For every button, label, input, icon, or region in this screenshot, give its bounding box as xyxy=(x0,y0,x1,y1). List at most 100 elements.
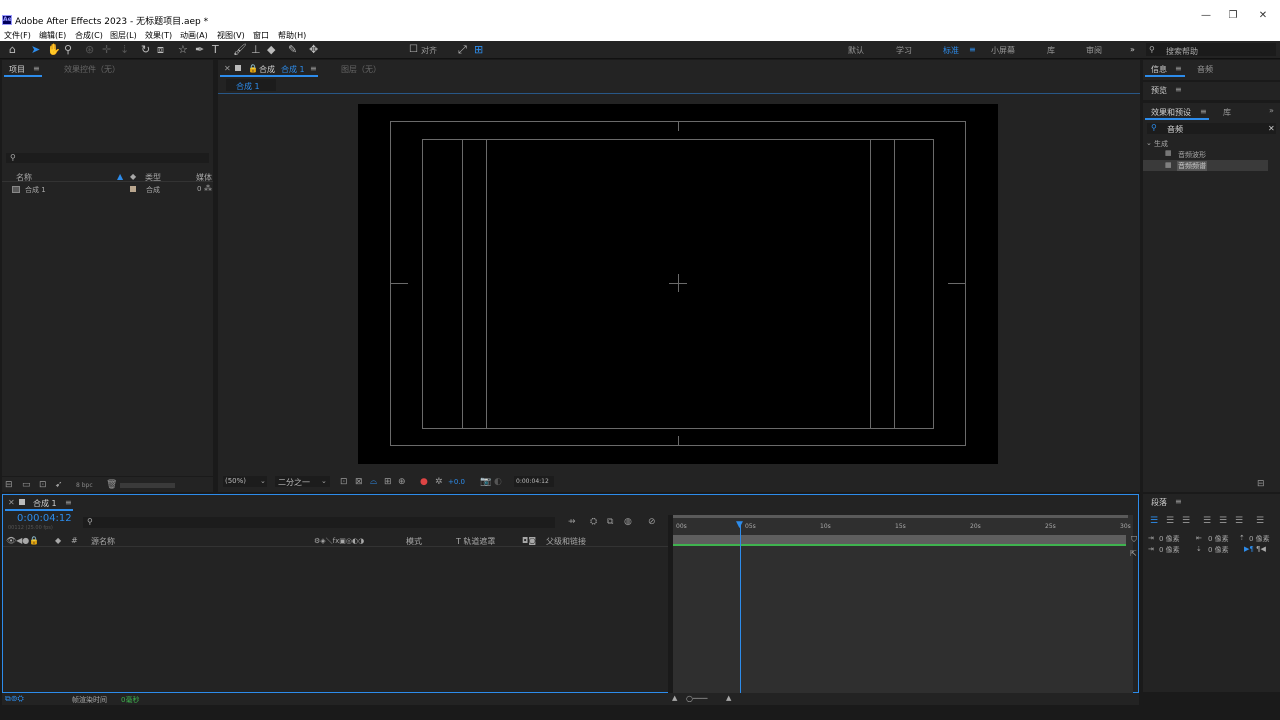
panel-menu-icon[interactable]: ≡ xyxy=(1175,85,1182,94)
workspace-small-screen[interactable]: 小屏幕 xyxy=(991,45,1015,56)
workspace-library[interactable]: 库 xyxy=(1047,45,1055,56)
more-workspaces-icon[interactable]: » xyxy=(1130,45,1135,54)
breadcrumb-comp-1[interactable]: 合成 1 xyxy=(236,81,260,92)
tab-effect-controls[interactable]: 效果控件（无） xyxy=(64,64,120,75)
layer-number-icon[interactable]: # xyxy=(71,536,78,545)
lock-icon[interactable]: 🔒 xyxy=(248,64,258,73)
new-folder-icon[interactable]: ▭ xyxy=(22,480,31,490)
graph-editor-icon[interactable]: ⊘ xyxy=(648,517,656,527)
indent-left-value[interactable]: 0 像素 xyxy=(1159,534,1180,544)
close-tab-icon[interactable]: ✕ xyxy=(8,498,15,507)
col-name-header[interactable]: 名称 xyxy=(16,172,32,183)
frame-blending-icon[interactable]: ◍ xyxy=(624,517,632,527)
new-preset-icon[interactable]: ⊟ xyxy=(1257,479,1265,489)
home-icon[interactable]: ⌂ xyxy=(9,44,16,56)
menu-window[interactable]: 窗口 xyxy=(253,30,269,41)
menu-animation[interactable]: 动画(A) xyxy=(180,30,208,41)
justify-center-icon[interactable]: ☰ xyxy=(1219,516,1227,526)
flowchart-icon[interactable]: ⁂ xyxy=(204,184,212,193)
composition-viewer[interactable] xyxy=(358,104,998,464)
panel-menu-icon[interactable]: ≡ xyxy=(310,64,317,73)
current-time-field[interactable]: 0:00:04:12 xyxy=(514,476,554,487)
puppet-pin-icon[interactable]: ✥ xyxy=(309,44,318,56)
col-track-matte[interactable]: T 轨道遮罩 xyxy=(456,536,495,547)
workspace-learn[interactable]: 学习 xyxy=(896,45,912,56)
exposure-reset-icon[interactable]: ✲ xyxy=(435,477,443,487)
tab-library[interactable]: 库 xyxy=(1223,107,1231,118)
thumbnail-slider[interactable] xyxy=(120,483,175,488)
align-center-icon[interactable]: ☰ xyxy=(1166,516,1174,526)
pen-tool-icon[interactable]: ✒ xyxy=(195,44,204,56)
search-help-input[interactable]: 搜索帮助 xyxy=(1166,46,1198,57)
snap-icon[interactable]: ⤢ xyxy=(458,44,467,56)
pan-behind-icon[interactable]: ⧈ xyxy=(157,44,164,56)
zoom-slider[interactable]: ○─── xyxy=(686,694,707,703)
menu-help[interactable]: 帮助(H) xyxy=(278,30,306,41)
work-area-bar[interactable] xyxy=(673,515,1128,518)
adjust-project-icon[interactable]: ➹ xyxy=(55,480,63,490)
col-media-header[interactable]: 媒体 xyxy=(196,172,212,183)
col-source-name[interactable]: 源名称 xyxy=(91,536,115,547)
justify-all-icon[interactable]: ☰ xyxy=(1256,516,1264,526)
mask-visibility-icon[interactable]: ⌓ xyxy=(370,477,377,487)
more-panels-icon[interactable]: » xyxy=(1269,106,1274,115)
panel-menu-icon[interactable]: ≡ xyxy=(1175,64,1182,73)
zoom-dropdown[interactable]: (50%) ⌄ xyxy=(223,476,267,487)
draft-3d-icon[interactable]: ⛭ xyxy=(590,517,597,527)
new-composition-icon[interactable]: ⊡ xyxy=(39,480,47,490)
panel-menu-icon[interactable]: ≡ xyxy=(1175,497,1182,506)
tab-info[interactable]: 信息 xyxy=(1151,64,1167,75)
color-channel-icon[interactable]: ● xyxy=(420,477,428,487)
brush-tool-icon[interactable]: 🖌 xyxy=(233,44,247,56)
shy-layers-icon[interactable]: ⧉ xyxy=(607,517,613,527)
shape-tool-icon[interactable]: ☆ xyxy=(178,44,188,56)
comp-name-tab[interactable]: 合成 1 xyxy=(281,64,305,75)
comp-marker-bin-icon[interactable]: ⇱ xyxy=(1130,549,1137,558)
workspace-standard[interactable]: 标准 xyxy=(943,45,959,56)
effect-item-selected[interactable]: ▦ 音频频谱 xyxy=(1143,160,1268,171)
justify-right-icon[interactable]: ☰ xyxy=(1235,516,1243,526)
panel-menu-icon[interactable]: ≡ xyxy=(65,498,72,507)
dolly-camera-icon[interactable]: ⇣ xyxy=(120,44,129,56)
label-color-swatch[interactable] xyxy=(130,186,136,192)
av-features-icon[interactable]: 👁◀●🔒 xyxy=(6,536,39,545)
workspace-default[interactable]: 默认 xyxy=(848,45,864,56)
workspace-review[interactable]: 审阅 xyxy=(1086,45,1102,56)
menu-view[interactable]: 视图(V) xyxy=(217,30,245,41)
col-type-header[interactable]: 类型 xyxy=(145,172,161,183)
ltr-direction-icon[interactable]: ▶¶ xyxy=(1244,545,1254,553)
trash-icon[interactable]: 🗑 xyxy=(106,480,117,490)
space-before-value[interactable]: 0 像素 xyxy=(1249,534,1270,544)
menu-effect[interactable]: 效果(T) xyxy=(145,30,172,41)
search-help-box[interactable]: ⚲ 搜索帮助 xyxy=(1146,43,1276,56)
project-row[interactable]: 合成 1 合成 0 ⁂ xyxy=(2,184,213,195)
align-checkbox[interactable]: ☐ xyxy=(409,44,418,56)
rtl-direction-icon[interactable]: ¶◀ xyxy=(1256,545,1266,553)
panel-menu-icon[interactable]: ≡ xyxy=(1200,107,1207,116)
expand-arrow-icon[interactable]: ⌄ xyxy=(1146,139,1152,147)
orbit-camera-icon[interactable]: ⊛ xyxy=(85,44,94,56)
comp-breadcrumb[interactable]: 合成 1 xyxy=(226,79,276,91)
timeline-search-input[interactable]: ⚲ xyxy=(83,517,555,528)
bpc-label[interactable]: 8 bpc xyxy=(76,482,93,489)
roto-brush-icon[interactable]: ✎ xyxy=(288,44,297,56)
zoom-tool-icon[interactable]: ⚲ xyxy=(64,44,72,56)
tab-layer[interactable]: 图层（无） xyxy=(341,64,381,75)
menu-file[interactable]: 文件(F) xyxy=(4,30,31,41)
project-search-input[interactable]: ⚲ xyxy=(6,153,209,163)
transparency-grid-icon[interactable]: ⊠ xyxy=(355,477,363,487)
minimize-button[interactable]: — xyxy=(1198,10,1214,26)
region-of-interest-icon[interactable]: ⊡ xyxy=(340,477,348,487)
align-left-icon[interactable]: ☰ xyxy=(1150,516,1158,526)
resolution-dropdown[interactable]: 二分之一 ⌄ xyxy=(275,476,330,487)
clone-stamp-icon[interactable]: ⊥ xyxy=(251,44,261,56)
selection-tool-icon[interactable]: ➤ xyxy=(31,44,40,56)
show-snapshot-icon[interactable]: ◐ xyxy=(494,477,502,487)
label-icon[interactable]: ◆ xyxy=(55,536,61,545)
first-line-indent-value[interactable]: 0 像素 xyxy=(1159,545,1180,555)
tab-audio[interactable]: 音频 xyxy=(1197,64,1213,75)
label-icon[interactable]: ◆ xyxy=(130,172,136,181)
tab-composition[interactable]: 合成 xyxy=(259,64,275,75)
sort-asc-icon[interactable]: ▲ xyxy=(117,172,123,181)
layer-switches-icon[interactable]: ⧉⊚⛭ xyxy=(5,694,24,704)
